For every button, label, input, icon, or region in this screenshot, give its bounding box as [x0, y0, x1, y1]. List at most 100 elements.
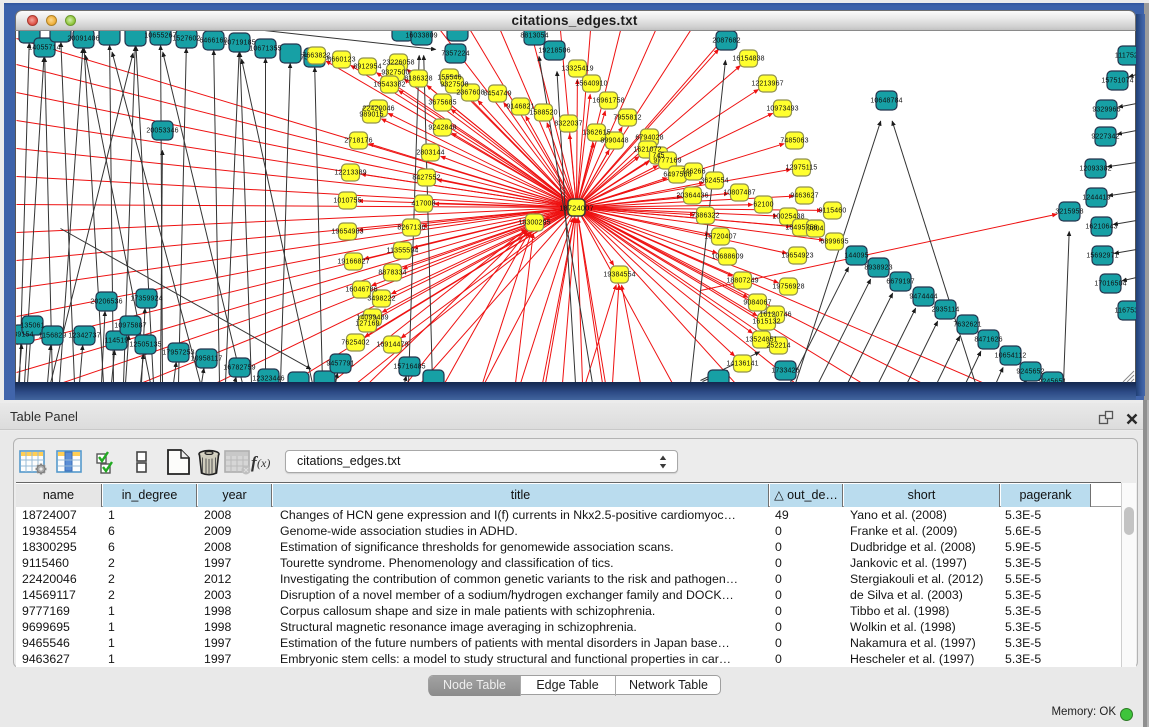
- svg-text:20053346: 20053346: [146, 127, 178, 134]
- svg-text:417008: 417008: [411, 200, 435, 207]
- svg-text:10807487: 10807487: [723, 189, 755, 196]
- svg-text:1156829: 1156829: [38, 332, 66, 339]
- svg-text:12505135: 12505135: [129, 341, 161, 348]
- svg-text:9242848: 9242848: [428, 124, 456, 131]
- svg-text:1527602: 1527602: [172, 35, 200, 42]
- svg-text:9227342: 9227342: [1091, 133, 1119, 140]
- svg-text:10025438: 10025438: [772, 213, 804, 220]
- svg-text:8186328: 8186328: [404, 75, 432, 82]
- svg-text:8912954: 8912954: [353, 63, 381, 70]
- svg-text:20091406: 20091406: [67, 35, 99, 42]
- svg-text:8427552: 8427552: [412, 174, 440, 181]
- svg-text:10688609: 10688609: [711, 253, 743, 260]
- svg-text:9457791: 9457791: [326, 360, 354, 367]
- svg-text:12093382: 12093382: [1079, 165, 1111, 172]
- svg-text:155546: 155546: [437, 74, 461, 81]
- svg-text:7632621: 7632621: [953, 321, 981, 328]
- svg-text:9463627: 9463627: [790, 192, 818, 199]
- svg-text:10671355: 10671355: [249, 45, 281, 52]
- svg-text:14136141: 14136141: [726, 360, 758, 367]
- svg-text:15716485: 15716485: [393, 363, 425, 370]
- svg-text:17359924: 17359924: [130, 295, 162, 302]
- svg-text:2935114: 2935114: [931, 306, 959, 313]
- svg-text:1244419: 1244419: [1082, 194, 1110, 201]
- svg-text:23226058: 23226058: [382, 59, 414, 66]
- svg-text:9115460: 9115460: [818, 207, 846, 214]
- svg-text:10543382: 10543382: [373, 81, 405, 88]
- svg-text:6794028: 6794028: [635, 134, 663, 141]
- svg-text:19384554: 19384554: [603, 271, 635, 278]
- svg-text:16120746: 16120746: [759, 311, 791, 318]
- svg-text:8454749: 8454749: [483, 90, 511, 97]
- svg-text:7485063: 7485063: [780, 137, 808, 144]
- svg-text:9804: 9804: [807, 225, 823, 232]
- svg-text:15640910: 15640910: [575, 80, 607, 87]
- svg-text:1010755: 1010755: [333, 197, 361, 204]
- svg-text:(x): (x): [257, 456, 270, 470]
- svg-text:12213389: 12213389: [334, 169, 366, 176]
- svg-text:114519: 114519: [104, 337, 128, 344]
- svg-text:18807249: 18807249: [726, 277, 758, 284]
- svg-text:6899695: 6899695: [820, 238, 848, 245]
- svg-text:144095: 144095: [844, 252, 868, 259]
- svg-text:8813054: 8813054: [520, 32, 548, 39]
- svg-text:1733426: 1733426: [771, 367, 799, 374]
- svg-text:8471626: 8471626: [974, 336, 1002, 343]
- svg-text:19218506: 19218506: [538, 47, 570, 54]
- svg-text:10973493: 10973493: [766, 105, 798, 112]
- svg-text:39154: 39154: [16, 331, 34, 338]
- svg-text:9245652: 9245652: [1016, 368, 1044, 375]
- svg-text:3498222: 3498222: [367, 295, 395, 302]
- svg-text:2087682: 2087682: [712, 37, 740, 44]
- svg-text:15751074: 15751074: [1101, 77, 1133, 84]
- svg-text:10958117: 10958117: [190, 355, 222, 362]
- svg-text:8938923: 8938923: [864, 264, 892, 271]
- svg-text:9329966: 9329966: [1092, 106, 1120, 113]
- svg-text:20364436: 20364436: [676, 192, 708, 199]
- svg-text:16154838: 16154838: [732, 55, 764, 62]
- svg-text:62100: 62100: [753, 201, 773, 208]
- svg-text:10975887: 10975887: [114, 322, 146, 329]
- svg-text:8878334: 8878334: [378, 269, 406, 276]
- svg-text:8660123: 8660123: [327, 56, 355, 63]
- svg-text:8267130: 8267130: [397, 224, 425, 231]
- svg-text:9084067: 9084067: [743, 299, 771, 306]
- svg-text:8322037: 8322037: [554, 120, 582, 127]
- svg-text:8990448: 8990448: [600, 137, 628, 144]
- svg-text:7955812: 7955812: [613, 114, 641, 121]
- svg-text:16033809: 16033809: [405, 32, 437, 39]
- svg-text:12213967: 12213967: [751, 80, 783, 87]
- svg-text:16914479: 16914479: [376, 341, 408, 348]
- svg-text:7386322: 7386322: [691, 212, 719, 219]
- svg-text:989015: 989015: [359, 111, 383, 118]
- svg-text:19756928: 19756928: [772, 283, 804, 290]
- svg-text:19654923: 19654923: [781, 252, 813, 259]
- svg-text:10648784: 10648784: [870, 97, 902, 104]
- svg-text:3215958: 3215958: [1055, 208, 1083, 215]
- svg-text:19654983: 19654983: [331, 228, 363, 235]
- svg-text:16961758: 16961758: [592, 97, 624, 104]
- svg-text:2718176: 2718176: [344, 137, 372, 144]
- svg-text:19166827: 19166827: [337, 258, 369, 265]
- svg-text:127169: 127169: [355, 320, 379, 327]
- svg-text:3675685: 3675685: [428, 99, 456, 106]
- svg-text:1117524: 1117524: [1114, 52, 1136, 59]
- svg-text:15692971: 15692971: [1086, 252, 1118, 259]
- svg-text:1362615: 1362615: [582, 129, 610, 136]
- svg-text:10654112: 10654112: [994, 352, 1026, 359]
- svg-text:6679197: 6679197: [886, 278, 914, 285]
- svg-text:16782759: 16782759: [223, 364, 255, 371]
- svg-text:1588520: 1588520: [529, 109, 557, 116]
- svg-text:135061: 135061: [20, 322, 44, 329]
- svg-text:20206536: 20206536: [90, 298, 122, 305]
- svg-text:3624554: 3624554: [700, 177, 728, 184]
- svg-text:17016504: 17016504: [1094, 280, 1126, 287]
- svg-text:2803144: 2803144: [416, 149, 444, 156]
- svg-text:252214: 252214: [766, 342, 790, 349]
- svg-text:12342737: 12342737: [68, 332, 100, 339]
- svg-text:1615132: 1615132: [752, 318, 780, 325]
- svg-text:14055714: 14055714: [28, 44, 60, 51]
- svg-text:16046786: 16046786: [345, 286, 377, 293]
- svg-text:16210643: 16210643: [1085, 223, 1117, 230]
- svg-text:18724007: 18724007: [559, 203, 594, 212]
